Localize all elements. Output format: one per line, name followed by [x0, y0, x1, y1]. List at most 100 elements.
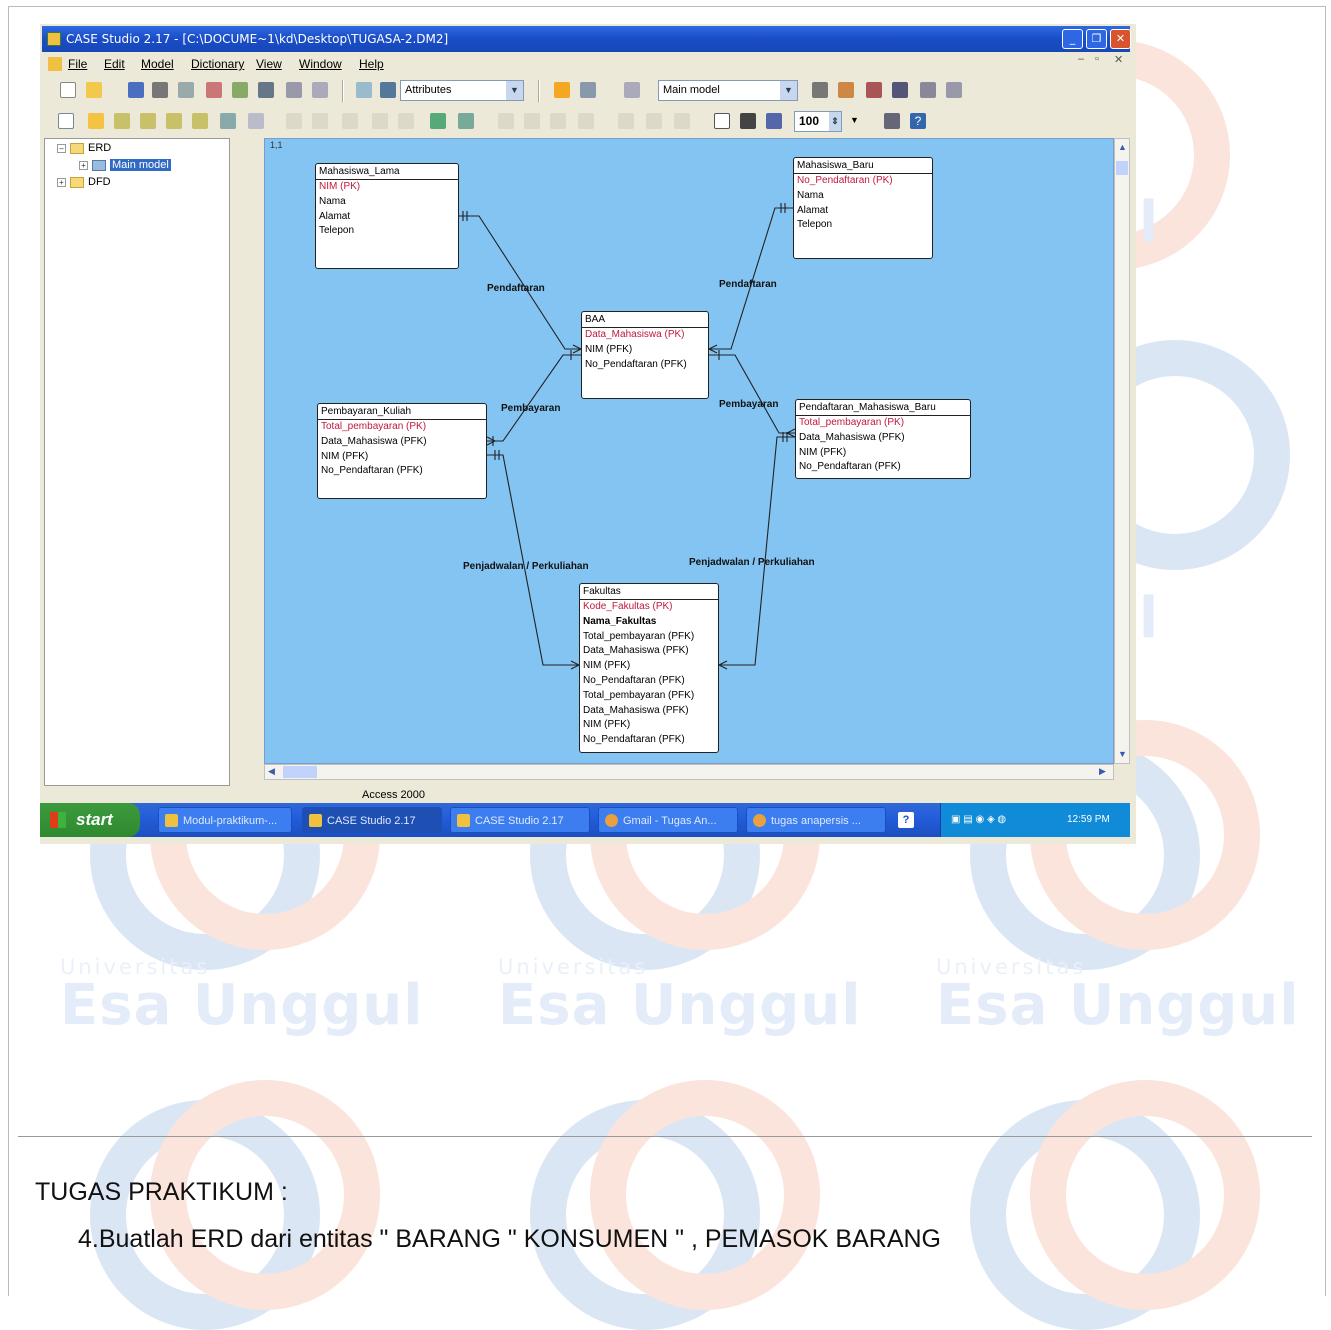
save-icon[interactable] — [128, 82, 144, 98]
disabled-icon — [398, 113, 414, 129]
print-icon[interactable] — [152, 82, 168, 98]
menu-dictionary[interactable]: Dictionary — [191, 53, 244, 75]
maximize-button[interactable]: ❐ — [1086, 29, 1107, 49]
tree-node-dfd[interactable]: + DFD — [57, 176, 111, 188]
relationship-icon[interactable] — [192, 113, 208, 129]
tree-node-main-model[interactable]: + Main model — [79, 159, 171, 171]
entity-pembayaran-kuliah[interactable]: Pembayaran_Kuliah Total_pembayaran (PK) … — [317, 403, 487, 499]
zoom-fit-icon[interactable] — [740, 113, 756, 129]
open-icon[interactable] — [86, 82, 102, 98]
relation-label[interactable]: Penjadwalan / Perkuliahan — [689, 557, 815, 568]
relation-line — [709, 354, 795, 434]
zoom-input[interactable]: 100 ⇕ — [794, 111, 842, 132]
database-icon[interactable] — [920, 82, 936, 98]
entity-attribute: Data_Mahasiswa (PFK) — [583, 704, 689, 716]
entity-fakultas[interactable]: Fakultas Kode_Fakultas (PK) Nama_Fakulta… — [579, 583, 719, 753]
select-tool-icon[interactable] — [58, 113, 74, 129]
image-icon[interactable] — [458, 113, 474, 129]
menu-help[interactable]: Help — [359, 53, 384, 75]
collapse-icon[interactable]: – — [57, 143, 66, 153]
fit-page-icon[interactable] — [714, 113, 730, 129]
zoom-all-icon[interactable] — [766, 113, 782, 129]
horizontal-scrollbar[interactable]: ◀ ▶ — [264, 764, 1114, 780]
entity-pendaftaran-mahasiswa-baru[interactable]: Pendaftaran_Mahasiswa_Baru Total_pembaya… — [795, 399, 971, 479]
mdi-close-icon[interactable]: ✕ — [1114, 53, 1123, 66]
mdi-restore-icon[interactable]: ▫ — [1095, 53, 1099, 65]
display-mode-select[interactable]: Attributes ▼ — [400, 80, 524, 101]
new-icon[interactable] — [60, 82, 76, 98]
users-icon[interactable] — [866, 82, 882, 98]
close-button[interactable]: ✕ — [1110, 29, 1131, 49]
app-icon — [309, 814, 322, 827]
entity-mahasiswa-baru[interactable]: Mahasiswa_Baru No_Pendaftaran (PK) Nama … — [793, 157, 933, 259]
relation-label[interactable]: Pendaftaran — [487, 283, 545, 294]
relation-line — [487, 454, 579, 666]
exit-icon[interactable] — [884, 113, 900, 129]
taskbar: start Modul-praktikum-... CASE Studio 2.… — [40, 803, 1130, 837]
reverse-icon[interactable] — [206, 82, 222, 98]
model-select[interactable]: Main model ▼ — [658, 80, 798, 101]
taskbar-item[interactable]: CASE Studio 2.17 — [450, 807, 590, 833]
delete-model-icon[interactable] — [812, 82, 828, 98]
tray-icons[interactable]: ▣ ▤ ◉ ◈ ◍ — [951, 803, 1006, 837]
scroll-left-icon[interactable]: ◀ — [268, 766, 275, 777]
tree-node-erd[interactable]: – ERD — [57, 142, 111, 154]
scroll-up-icon[interactable]: ▲ — [1118, 142, 1127, 152]
taskbar-item[interactable]: tugas anapersis ... — [746, 807, 886, 833]
relation-label[interactable]: Penjadwalan / Perkuliahan — [463, 561, 589, 572]
settings-icon[interactable] — [946, 82, 962, 98]
menu-model[interactable]: Model — [141, 53, 174, 75]
report-icon[interactable] — [258, 82, 274, 98]
entity-mahasiswa-lama[interactable]: Mahasiswa_Lama NIM (PK) Nama Alamat Tele… — [315, 163, 459, 269]
model-tree: – ERD + Main model + DFD — [44, 138, 230, 786]
taskbar-item[interactable]: CASE Studio 2.17 — [302, 807, 442, 833]
mdi-minimize-icon[interactable]: – — [1078, 53, 1084, 65]
list-icon[interactable] — [380, 82, 396, 98]
pointer-icon[interactable] — [554, 82, 570, 98]
user-icon[interactable] — [892, 82, 908, 98]
help-icon[interactable]: ? — [910, 113, 926, 129]
scroll-right-icon[interactable]: ▶ — [1099, 766, 1106, 777]
scroll-down-icon[interactable]: ▼ — [1118, 749, 1127, 759]
scroll-thumb[interactable] — [1116, 161, 1128, 175]
grid-icon[interactable] — [356, 82, 372, 98]
menu-file[interactable]: File — [68, 53, 87, 75]
entity-baa[interactable]: BAA Data_Mahasiswa (PK) NIM (PFK) No_Pen… — [581, 311, 709, 399]
taskbar-item[interactable]: Gmail - Tugas An... — [598, 807, 738, 833]
generate-icon[interactable] — [178, 82, 194, 98]
menu-edit[interactable]: Edit — [104, 53, 125, 75]
model-icon[interactable] — [624, 82, 640, 98]
entity-attribute: NIM (PFK) — [585, 343, 633, 355]
relation-label[interactable]: Pendaftaran — [719, 279, 777, 290]
diagram-canvas[interactable]: 1,1 Mahasiswa_Lama NIM (PK) Nama Alamat … — [264, 138, 1114, 764]
print-preview-icon[interactable] — [430, 113, 446, 129]
link-icon[interactable] — [580, 82, 596, 98]
minimize-button[interactable]: _ — [1062, 29, 1083, 49]
wizard-icon[interactable] — [838, 82, 854, 98]
taskbar-item[interactable]: Modul-praktikum-... — [158, 807, 292, 833]
help-tray-icon[interactable]: ? — [898, 812, 914, 828]
relation-label[interactable]: Pembayaran — [719, 399, 778, 410]
relationship-icon[interactable] — [166, 113, 182, 129]
entity-attribute: Nama — [319, 195, 346, 207]
expand-icon[interactable]: + — [79, 160, 88, 170]
expand-icon[interactable]: + — [57, 177, 66, 187]
entity-attribute: Alamat — [319, 210, 351, 222]
export-icon[interactable] — [286, 82, 302, 98]
view-icon[interactable] — [220, 113, 236, 129]
relationship-icon[interactable] — [140, 113, 156, 129]
eraser-icon[interactable] — [312, 82, 328, 98]
note-icon[interactable] — [248, 113, 264, 129]
zoom-dropdown-icon[interactable]: ▼ — [850, 115, 859, 125]
entity-tool-icon[interactable] — [88, 113, 104, 129]
vertical-scrollbar[interactable]: ▲ ▼ — [1114, 138, 1130, 764]
menu-view[interactable]: View — [256, 53, 282, 75]
menu-window[interactable]: Window — [299, 53, 342, 75]
window-titlebar: CASE Studio 2.17 - [C:\DOCUME~1\kd\Deskt… — [42, 26, 1131, 52]
relationship-icon[interactable] — [114, 113, 130, 129]
disabled-icon — [372, 113, 388, 129]
start-button[interactable]: start — [40, 803, 140, 837]
scroll-thumb[interactable] — [283, 766, 317, 778]
relation-label[interactable]: Pembayaran — [501, 403, 560, 414]
check-icon[interactable] — [232, 82, 248, 98]
